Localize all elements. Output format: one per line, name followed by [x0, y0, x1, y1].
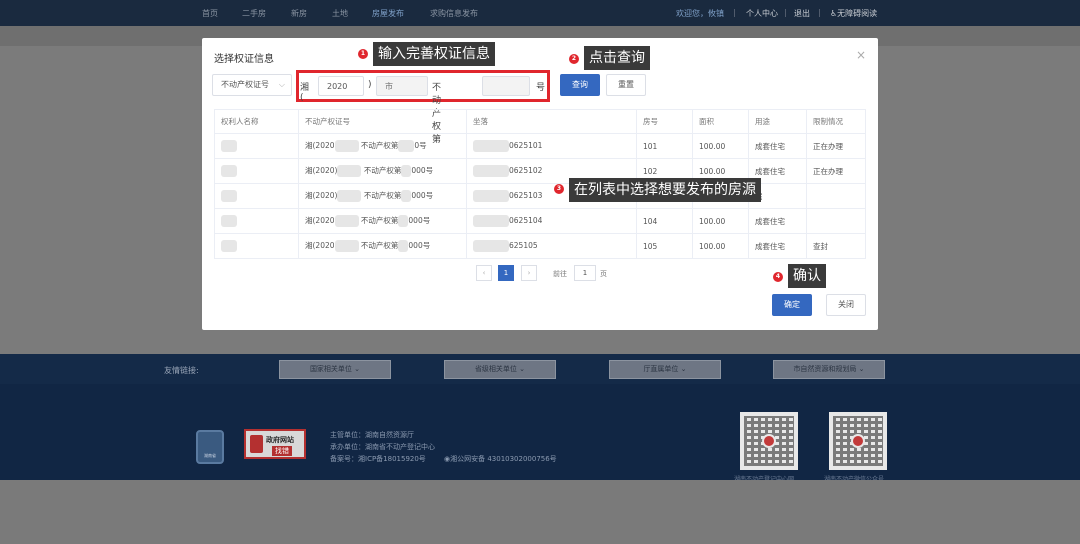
accessibility-link[interactable]: ♿无障碍阅读 [830, 8, 877, 19]
page-1-button[interactable]: 1 [498, 265, 514, 281]
table-row[interactable]: 湘(2020 不动产权第 000号 625105 105 100.00 成套住宅 … [214, 233, 866, 259]
footer-organizer: 承办单位：湖南省不动产登记中心 [330, 443, 435, 451]
select-city-bureau[interactable]: 市自然资源和规划局 ⌄ [773, 360, 885, 379]
annotation-number-4: 4 [773, 272, 783, 282]
owner-redacted [221, 240, 237, 252]
page-unit-label: 页 [600, 270, 607, 278]
gov-emblem-icon [250, 435, 263, 453]
annotation-number-2: 2 [569, 54, 579, 64]
personal-center-link[interactable]: 个人中心 [746, 8, 778, 19]
close-icon[interactable]: × [856, 48, 866, 62]
nav-new-house[interactable]: 新房 [291, 8, 307, 19]
chevron-down-icon: ⌄ [858, 365, 865, 373]
col-owner: 权利人名称 [214, 109, 299, 134]
cert-paren-label: ) [368, 80, 372, 90]
chevron-down-icon: ⌵ [278, 80, 285, 89]
query-button[interactable]: 查询 [560, 74, 600, 96]
cert-suffix-label: 号 [536, 83, 546, 93]
footer: 湖南省 政府网站 找错 主管单位：湖南自然资源厅 承办单位：湖南省不动产登记中心… [0, 384, 1080, 483]
page-bottom [0, 480, 1080, 544]
table-row[interactable]: 湘(2020) 不动产权第000号 0625103 103 100.00 宅 [214, 183, 866, 209]
col-use: 用途 [748, 109, 807, 134]
nav-house-publish[interactable]: 房屋发布 [372, 8, 404, 19]
annotation-label-4: 确认 [788, 264, 826, 288]
annotation-label-3: 在列表中选择想要发布的房源 [569, 178, 761, 202]
logout-link[interactable]: 退出 [794, 8, 810, 19]
annotation-label-2: 点击查询 [584, 46, 650, 70]
top-nav: 首页 二手房 新房 土地 房屋发布 求购信息发布 欢迎您，攸镇 | 个人中心 |… [0, 0, 1080, 26]
owner-redacted [221, 215, 237, 227]
footer-host: 主管单位：湖南自然资源厅 [330, 431, 414, 439]
nav-land[interactable]: 土地 [332, 8, 348, 19]
qr-code-site [740, 412, 798, 470]
nav-separator: | [733, 8, 736, 17]
select-department-units[interactable]: 厅直属单位 ⌄ [609, 360, 721, 379]
annotation-label-1: 输入完善权证信息 [373, 42, 495, 66]
nav-purchase-publish[interactable]: 求购信息发布 [430, 8, 478, 19]
footer-icp[interactable]: 备案号：湘ICP备18015920号 [330, 454, 426, 464]
select-provincial-units[interactable]: 省级相关单位 ⌄ [444, 360, 556, 379]
prev-page-button[interactable]: ‹ [476, 265, 492, 281]
next-page-button[interactable]: › [521, 265, 537, 281]
table-row[interactable]: 湘(2020 不动产权第 000号 0625104 104 100.00 成套住宅 [214, 208, 866, 234]
cert-city-input[interactable] [376, 76, 428, 96]
friend-links-bar: 友情链接: 国家相关单位 ⌄ 省级相关单位 ⌄ 厅直属单位 ⌄ 市自然资源和规划… [0, 354, 1080, 384]
cert-prefix-label: 湘( [300, 83, 310, 103]
goto-page-input[interactable]: 1 [574, 265, 596, 281]
nav-separator: | [784, 8, 787, 17]
welcome-user[interactable]: 欢迎您，攸镇 [676, 8, 724, 19]
owner-redacted [221, 190, 237, 202]
nav-separator: | [818, 8, 821, 17]
qr-code-wechat [829, 412, 887, 470]
col-cert-number: 不动产权证号 [298, 109, 467, 134]
table-header-row: 权利人名称 不动产权证号 坐落 房号 面积 用途 限制情况 [214, 109, 866, 134]
col-area: 面积 [692, 109, 749, 134]
chevron-down-icon: ⌄ [354, 365, 361, 373]
cert-table: 权利人名称 不动产权证号 坐落 房号 面积 用途 限制情况 湘(2020 不动产… [214, 109, 866, 259]
nav-home[interactable]: 首页 [202, 8, 218, 19]
dialog-title: 选择权证信息 [214, 54, 274, 65]
table-row[interactable]: 湘(2020 不动产权第 0号 0625101 101 100.00 成套住宅 正… [214, 133, 866, 159]
reset-button[interactable]: 重置 [606, 74, 646, 96]
chevron-down-icon: ⌄ [519, 365, 526, 373]
cert-number-input[interactable] [482, 76, 530, 96]
cert-type-select[interactable]: 不动产权证号 ⌵ [212, 74, 292, 96]
gov-site-error-logo[interactable]: 政府网站 找错 [244, 429, 306, 459]
col-limit: 限制情况 [806, 109, 866, 134]
annotation-number-3: 3 [554, 184, 564, 194]
confirm-button[interactable]: 确定 [772, 294, 812, 316]
owner-redacted [221, 140, 237, 152]
table-row[interactable]: 湘(2020) 不动产权第 000号 0625102 102 100.00 成套住… [214, 158, 866, 184]
close-button[interactable]: 关闭 [826, 294, 866, 316]
col-room: 房号 [636, 109, 693, 134]
accessibility-label: 无障碍阅读 [837, 9, 878, 18]
select-national-units[interactable]: 国家相关单位 ⌄ [279, 360, 391, 379]
goto-label: 前往 [553, 270, 567, 278]
owner-redacted [221, 165, 237, 177]
friend-links-label: 友情链接: [164, 366, 199, 375]
annotation-number-1: 1 [358, 49, 368, 59]
chevron-down-icon: ⌄ [680, 365, 687, 373]
nav-second-hand[interactable]: 二手房 [242, 8, 266, 19]
cert-year-input[interactable] [318, 76, 364, 96]
select-cert-dialog: 选择权证信息 × 不动产权证号 ⌵ 湘( ) 不动产权第 号 查询 重置 权利人… [202, 38, 878, 330]
col-location: 坐落 [466, 109, 637, 134]
footer-police[interactable]: ◉湘公网安备 43010302000756号 [444, 454, 557, 464]
hunan-logo: 湖南省 [196, 430, 224, 464]
